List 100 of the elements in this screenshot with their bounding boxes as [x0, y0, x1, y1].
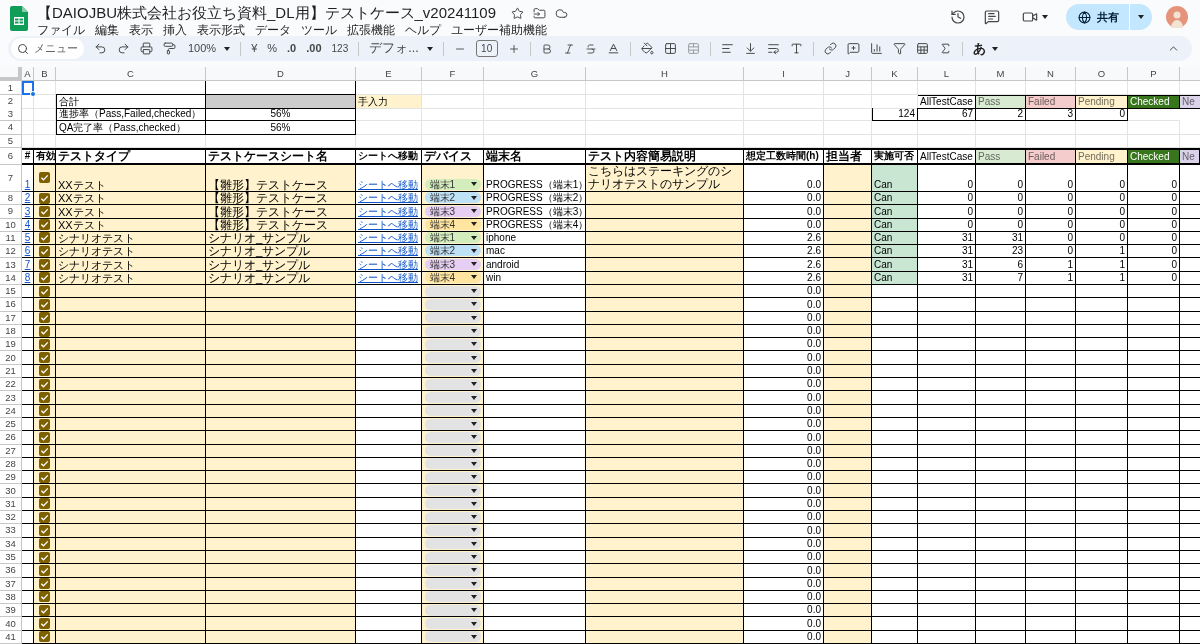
column-header[interactable]: H [586, 67, 744, 82]
decrease-decimal-button[interactable]: .0 [287, 40, 297, 57]
checkbox[interactable] [39, 591, 50, 603]
checkbox[interactable] [39, 471, 50, 483]
column-header[interactable]: A [22, 67, 34, 82]
column-header[interactable]: K [872, 67, 918, 82]
checkbox[interactable] [39, 205, 50, 217]
redo-icon[interactable] [117, 42, 130, 56]
link-icon[interactable] [823, 42, 837, 56]
comment-icon[interactable] [984, 9, 1000, 25]
add-comment-icon[interactable] [846, 42, 860, 56]
device-chip[interactable]: 端末1 [424, 232, 481, 244]
checkbox[interactable] [39, 631, 50, 643]
column-header[interactable]: L [918, 67, 976, 82]
menu-item[interactable]: 拡張機能 [347, 23, 395, 38]
column-header[interactable]: F [422, 67, 484, 82]
column-header[interactable]: G [484, 67, 586, 82]
filter-icon[interactable] [892, 42, 906, 56]
checkbox[interactable] [39, 485, 50, 497]
star-icon[interactable] [511, 6, 524, 20]
menu-item[interactable]: 編集 [95, 23, 119, 38]
menu-item[interactable]: ファイル [37, 23, 85, 38]
column-header[interactable]: E [356, 67, 422, 82]
plus-icon[interactable] [507, 42, 520, 55]
percent-button[interactable]: % [267, 40, 278, 57]
checkbox[interactable] [39, 405, 50, 417]
number-format-button[interactable]: 123 [331, 41, 349, 57]
column-header[interactable]: B [34, 67, 56, 82]
search-field[interactable]: メニュー [11, 38, 84, 60]
checkbox[interactable] [39, 618, 50, 630]
spreadsheet-logo[interactable] [10, 6, 28, 31]
device-chip[interactable]: 端末4 [424, 272, 481, 283]
strikethrough-icon[interactable] [584, 42, 597, 55]
checkbox[interactable] [39, 378, 50, 390]
device-chip[interactable]: 端末4 [424, 218, 481, 230]
checkbox[interactable] [39, 325, 50, 337]
column-header[interactable]: O [1076, 67, 1128, 82]
checkbox[interactable] [39, 338, 50, 350]
font-dropdown[interactable]: デフォ... [369, 39, 433, 59]
column-header[interactable]: I [744, 67, 824, 82]
checkbox[interactable] [39, 498, 50, 510]
history-icon[interactable] [950, 9, 966, 25]
share-button[interactable]: 共有 [1066, 4, 1152, 30]
checkbox[interactable] [39, 365, 50, 377]
table-icon[interactable] [915, 42, 929, 56]
video-icon[interactable] [1022, 9, 1038, 25]
checkbox[interactable] [39, 511, 50, 523]
device-chip[interactable]: 端末3 [424, 258, 481, 270]
checkbox[interactable] [39, 219, 50, 231]
checkbox[interactable] [39, 524, 50, 536]
vertical-align-icon[interactable] [743, 42, 757, 56]
column-header[interactable]: J [824, 67, 872, 82]
menu-item[interactable]: 挿入 [163, 23, 187, 38]
device-chip[interactable]: 端末3 [424, 205, 481, 217]
checkbox[interactable] [39, 604, 50, 616]
checkbox[interactable] [39, 352, 50, 364]
cloud-icon[interactable] [555, 6, 568, 20]
checkbox[interactable] [39, 245, 50, 257]
currency-button[interactable]: ¥ [251, 40, 258, 57]
input-tool-dropdown[interactable]: あ [972, 38, 998, 59]
undo-icon[interactable] [94, 42, 107, 56]
menu-item[interactable]: ツール [301, 23, 337, 38]
fill-color-icon[interactable] [640, 42, 654, 56]
column-header[interactable]: M [976, 67, 1026, 82]
menu-item[interactable]: 表示 [129, 23, 153, 38]
folder-icon[interactable] [533, 6, 546, 20]
checkbox[interactable] [39, 564, 50, 576]
checkbox[interactable] [39, 272, 50, 284]
device-chip[interactable]: 端末2 [424, 245, 481, 257]
fill-handle[interactable] [30, 90, 36, 97]
menu-item[interactable]: ヘルプ [405, 23, 441, 38]
column-header[interactable]: C [56, 67, 206, 82]
menu-item[interactable]: ユーザー補助機能 [451, 23, 547, 38]
checkbox[interactable] [39, 312, 50, 324]
checkbox[interactable] [39, 285, 50, 297]
checkbox[interactable] [39, 445, 50, 457]
checkbox[interactable] [39, 392, 50, 403]
print-icon[interactable] [140, 42, 153, 56]
checkbox[interactable] [39, 298, 50, 310]
device-chip[interactable]: 端末1 [424, 178, 481, 190]
checkbox[interactable] [39, 232, 50, 244]
text-rotation-icon[interactable] [789, 42, 803, 56]
align-left-icon[interactable] [720, 42, 734, 56]
document-title[interactable]: 【DAIOJBU株式会社お役立ち資料_DL用】テストケース_v20241109 [37, 4, 496, 22]
chart-icon[interactable] [869, 42, 883, 56]
column-header[interactable]: N [1026, 67, 1076, 82]
borders-icon[interactable] [663, 42, 677, 56]
checkbox[interactable] [39, 418, 50, 430]
checkbox[interactable] [39, 431, 50, 443]
column-header[interactable]: D [206, 67, 356, 82]
checkbox[interactable] [39, 538, 50, 550]
checkbox[interactable] [39, 172, 50, 184]
checkbox[interactable] [39, 578, 50, 590]
menu-item[interactable]: 表示形式 [197, 23, 245, 38]
text-color-icon[interactable] [606, 42, 620, 56]
increase-decimal-button[interactable]: .00 [306, 40, 322, 57]
bold-icon[interactable] [540, 42, 553, 55]
zoom-dropdown[interactable]: 100% [188, 40, 231, 57]
checkbox[interactable] [39, 458, 50, 470]
checkbox[interactable] [39, 192, 50, 204]
